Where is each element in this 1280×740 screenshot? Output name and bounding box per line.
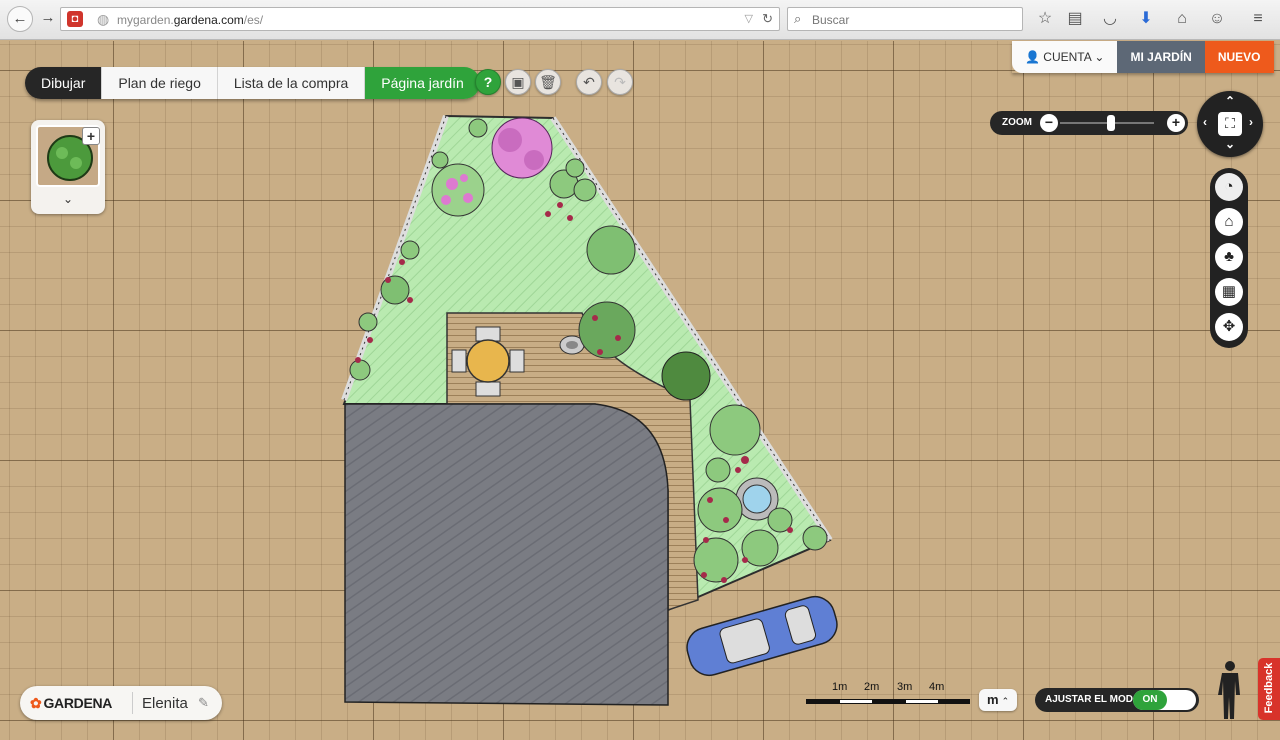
chevron-up-icon: ⌃ (1001, 696, 1010, 706)
switch-state: ON (1133, 690, 1167, 710)
add-element-button[interactable]: + (82, 127, 100, 145)
browser-toolbar: ← → ◘ ◍ mygarden.gardena.com/es/ ▽ ↻ ⌕ B… (0, 0, 1280, 40)
back-arrow-icon[interactable]: ← (7, 6, 33, 32)
star-icon[interactable]: ☆ (1035, 9, 1055, 29)
gardena-logo: ✿ GARDENA (30, 695, 113, 711)
unit-selector[interactable]: m ⌃ (979, 689, 1017, 711)
flower-icon: ✿ (30, 695, 42, 711)
home-icon[interactable]: ⌂ (1172, 9, 1192, 29)
save-icon[interactable]: ▣ (505, 69, 531, 95)
garden-plan[interactable] (0, 41, 1280, 740)
reading-list-icon[interactable]: ▤ (1065, 9, 1085, 29)
zoom-label: ZOOM (1002, 117, 1032, 128)
human-scale-icon (1218, 661, 1240, 719)
search-placeholder: Buscar (812, 13, 850, 27)
divider (132, 692, 133, 714)
tree-icon[interactable]: ♣ (1215, 243, 1243, 271)
right-toolbar: ◔ ⌂ ♣ ▦ ✥ (1210, 168, 1248, 348)
tab-draw[interactable]: Dibujar (25, 67, 103, 99)
chevron-down-icon[interactable]: ⌄ (31, 192, 105, 206)
account-button[interactable]: 👤 CUENTA ⌄ (1012, 41, 1118, 73)
zoom-out-button[interactable]: − (1040, 114, 1058, 132)
pan-up-icon[interactable]: ⌃ (1225, 94, 1235, 108)
account-menu: 👤 CUENTA ⌄ MI JARDÍN NUEVO (1012, 41, 1274, 73)
adjust-mode-switch[interactable]: ON (1133, 690, 1196, 710)
tab-garden-page[interactable]: Página jardín (365, 67, 480, 99)
scale-ruler (806, 699, 970, 704)
forward-arrow-icon[interactable]: → (35, 6, 61, 32)
flowering-shrub[interactable] (431, 163, 485, 217)
dropdown-triangle-icon[interactable]: ▽ (745, 12, 753, 25)
brand-panel: ✿ GARDENA Elenita ✎ (20, 686, 222, 720)
scale-tick: 1m (832, 681, 848, 693)
pan-navigation-pad: ⌃ ⌄ ‹ › ⛶ (1197, 91, 1263, 157)
house-icon[interactable]: ⌂ (1215, 208, 1243, 236)
chevron-down-icon: ⌄ (1094, 50, 1105, 64)
new-button[interactable]: NUEVO (1204, 41, 1274, 73)
scale-tick: 3m (897, 681, 913, 693)
mode-tabs: Dibujar Plan de riego Lista de la compra… (25, 67, 480, 99)
feedback-tab[interactable]: Feedback (1258, 658, 1280, 720)
scale-tick: 4m (929, 681, 945, 693)
search-icon: ⌕ (794, 11, 802, 26)
download-icon[interactable]: ⬇ (1136, 9, 1156, 29)
zoom-slider-handle[interactable] (1107, 115, 1116, 131)
scale-bar: 1m 2m 3m 4m (806, 681, 970, 707)
zoom-in-button[interactable]: + (1167, 114, 1185, 132)
car[interactable] (682, 592, 841, 680)
pan-down-icon[interactable]: ⌄ (1225, 137, 1235, 151)
tab-irrigation-plan[interactable]: Plan de riego (102, 67, 218, 99)
zoom-control: ZOOM − + (990, 111, 1188, 135)
pink-flowering-tree[interactable] (491, 117, 553, 179)
adjust-mode-toggle: AJUSTAR EL MODO ON (1035, 688, 1199, 712)
reload-icon[interactable]: ↻ (762, 11, 773, 27)
rotate-icon[interactable]: ◔ (1215, 173, 1243, 201)
pocket-icon[interactable]: ◡ (1100, 9, 1120, 29)
pencil-icon[interactable]: ✎ (198, 695, 209, 711)
trash-icon[interactable]: 🗑 (535, 69, 561, 95)
user-icon: 👤 (1025, 50, 1044, 64)
garden-name[interactable]: Elenita (142, 695, 188, 712)
help-button[interactable]: ? (475, 69, 501, 95)
menu-icon[interactable]: ≡ (1248, 9, 1268, 29)
globe-icon: ◍ (97, 11, 110, 27)
pan-left-icon[interactable]: ‹ (1203, 115, 1207, 129)
focus-icon[interactable]: ✥ (1215, 313, 1243, 341)
url-bar[interactable]: ◘ ◍ mygarden.gardena.com/es/ ▽ ↻ (60, 7, 780, 31)
stone-paving[interactable] (344, 403, 669, 706)
grid-icon[interactable]: ▦ (1215, 278, 1243, 306)
center-view-icon[interactable]: ⛶ (1218, 112, 1242, 136)
tab-shopping-list[interactable]: Lista de la compra (217, 67, 366, 99)
my-garden-button[interactable]: MI JARDÍN (1117, 41, 1205, 73)
scale-tick: 2m (864, 681, 880, 693)
undo-icon[interactable]: ↶ (576, 69, 602, 95)
site-favicon-icon: ◘ (67, 11, 83, 27)
search-bar[interactable]: ⌕ Buscar (787, 7, 1023, 31)
adjust-mode-label: AJUSTAR EL MODO (1045, 694, 1141, 705)
redo-icon[interactable]: ↷ (607, 69, 633, 95)
chat-icon[interactable]: ☺ (1207, 9, 1227, 29)
pan-right-icon[interactable]: › (1249, 115, 1253, 129)
url-text: mygarden.gardena.com/es/ (117, 13, 264, 27)
element-palette: + ⌄ (31, 120, 105, 214)
